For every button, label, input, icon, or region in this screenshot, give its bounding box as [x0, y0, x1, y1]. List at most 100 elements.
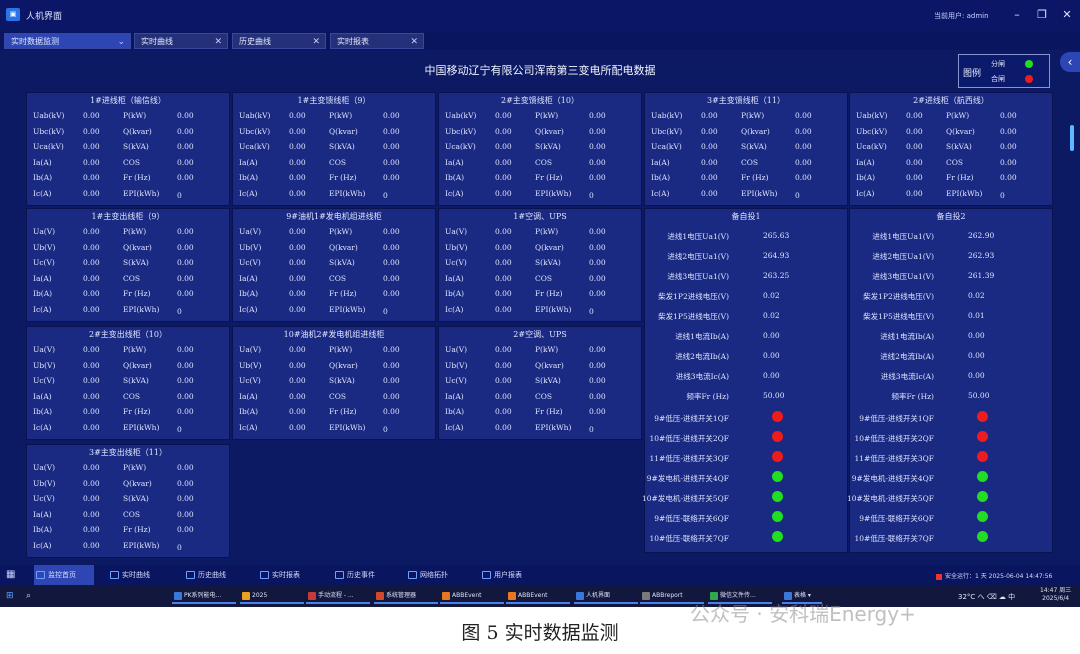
tab-close-icon[interactable]: ✕: [312, 34, 320, 50]
field-value: 0.00: [383, 173, 400, 182]
nav-item[interactable]: 监控首页: [34, 565, 94, 585]
measure-value: 265.63: [763, 231, 790, 240]
field-label: Uc(V): [445, 258, 467, 267]
app-icon: [376, 592, 384, 600]
switch-label: 9#低压-进线开关1QF: [859, 414, 934, 423]
switch-status-indicator[interactable]: [977, 491, 988, 502]
field-value: 0.00: [177, 227, 194, 236]
tab-close-icon[interactable]: ✕: [214, 34, 222, 50]
field-label: Q(kvar): [123, 360, 152, 370]
field-value: 0.00: [383, 360, 400, 370]
switch-status-indicator[interactable]: [772, 411, 783, 422]
field-value: 0.00: [795, 157, 812, 167]
tab-realtime-curve[interactable]: 实时曲线 ✕: [134, 33, 228, 49]
taskbar-app[interactable]: 手动流程 - ...: [306, 588, 370, 604]
switch-status-indicator[interactable]: [772, 511, 783, 522]
field-label: Q(kvar): [123, 478, 152, 488]
tray-icons[interactable]: へ ⌫ ☁ 中: [978, 593, 1016, 601]
field-value: 0.00: [83, 376, 100, 385]
field-label: COS: [123, 273, 141, 283]
search-icon[interactable]: ⌕: [26, 591, 31, 601]
tab-dropdown-icon[interactable]: ⌄: [117, 34, 125, 50]
collapse-panel-button[interactable]: ‹: [1060, 52, 1080, 72]
field-label: Ubc(kV): [445, 126, 477, 136]
tab-realtime-data[interactable]: 实时数据监测 ⌄: [4, 33, 131, 49]
tab-realtime-report[interactable]: 实时报表 ✕: [330, 33, 424, 49]
field-label: COS: [535, 391, 553, 401]
field-value: 0.00: [83, 478, 100, 488]
field-value: 0.00: [906, 173, 923, 182]
switch-status-indicator[interactable]: [772, 531, 783, 542]
field-label: COS: [329, 273, 347, 283]
taskbar-app[interactable]: ABBEvent: [440, 588, 504, 604]
field-label: EPI(kWh): [535, 188, 572, 198]
field-value: 0.00: [83, 289, 100, 298]
measure-label: 进线2电压Ua1(V): [667, 252, 729, 261]
taskbar-app[interactable]: 人机界面: [574, 588, 638, 604]
field-value: 0.00: [589, 227, 606, 236]
switch-status-indicator[interactable]: [977, 471, 988, 482]
field-label: Fr (Hz): [329, 407, 357, 416]
measure-label: 进线2电压Ua1(V): [872, 252, 934, 261]
switch-label: 10#低压-进线开关2QF: [649, 434, 730, 443]
nav-item[interactable]: 历史曲线: [184, 565, 246, 585]
taskbar-app[interactable]: PK系列能电...: [172, 588, 236, 604]
nav-item[interactable]: 用户报表: [480, 565, 542, 585]
maximize-button[interactable]: ❐: [1033, 6, 1051, 24]
nav-item[interactable]: 历史事件: [333, 565, 395, 585]
field-label: Q(kvar): [329, 242, 358, 252]
switch-status-indicator[interactable]: [977, 511, 988, 522]
backup-switch-panel: 备自投2 进线1电压Ua1(V) 262.90 进线2电压Ua1(V) 262.93 进线…: [847, 208, 1053, 553]
field-value: 0.00: [83, 188, 100, 198]
switch-row: 10#低压-联络开关7QF: [850, 530, 1052, 546]
switch-status-indicator[interactable]: [977, 411, 988, 422]
minimize-button[interactable]: –: [1008, 6, 1026, 24]
field-value: 0.00: [383, 376, 400, 385]
grid-menu-icon[interactable]: ▦: [6, 569, 15, 580]
switch-label: 9#低压-联络开关6QF: [859, 514, 934, 523]
taskbar-app[interactable]: 系统管理器: [374, 588, 438, 604]
switch-status-indicator[interactable]: [977, 531, 988, 542]
switch-status-indicator[interactable]: [977, 451, 988, 462]
switch-row: 9#低压-进线开关1QF: [645, 410, 847, 426]
tab-close-icon[interactable]: ✕: [410, 34, 418, 50]
field-value: 0.00: [495, 376, 512, 385]
switch-label: 10#低压-进线开关2QF: [854, 434, 935, 443]
field-label: Ib(A): [445, 173, 465, 182]
field-label: COS: [329, 157, 347, 167]
field-value: 0.00: [177, 360, 194, 370]
switch-label: 11#低压-进线开关3QF: [649, 454, 730, 463]
switch-status-indicator[interactable]: [772, 491, 783, 502]
field-value: 0.00: [177, 525, 194, 534]
taskbar-app[interactable]: 2025: [240, 588, 304, 604]
app-label: ABBEvent: [452, 592, 482, 599]
field-value: 0.00: [495, 188, 512, 198]
field-value: 0.00: [383, 157, 400, 167]
field-label: Ic(A): [239, 188, 258, 198]
field-label: P(kW): [123, 345, 147, 354]
field-label: COS: [535, 273, 553, 283]
field-value: 0.00: [289, 289, 306, 298]
field-value: 0.00: [589, 376, 606, 385]
switch-status-indicator[interactable]: [772, 431, 783, 442]
nav-item[interactable]: 实时报表: [258, 565, 320, 585]
switch-status-indicator[interactable]: [772, 451, 783, 462]
nav-icon: [110, 571, 119, 579]
scrollbar-thumb[interactable]: [1070, 125, 1074, 151]
switch-status-indicator[interactable]: [977, 431, 988, 442]
close-window-button[interactable]: ✕: [1058, 6, 1076, 24]
switch-status-indicator[interactable]: [772, 471, 783, 482]
field-value: 0.00: [495, 242, 512, 252]
clock[interactable]: 14:47 周三 2025/6/4: [1040, 587, 1071, 603]
current-user: 当前用户: admin: [934, 12, 989, 20]
field-value: 0.00: [383, 227, 400, 236]
taskbar-app[interactable]: ABBEvent: [506, 588, 570, 604]
field-value: 0.00: [177, 289, 194, 298]
panel-title: 2#主变出线柜（10）: [89, 330, 167, 339]
measure-label: 柴发1P2进线电压(V): [658, 292, 729, 301]
windows-start-icon[interactable]: ⊞: [6, 591, 14, 601]
nav-item[interactable]: 网络拓扑: [406, 565, 468, 585]
nav-item[interactable]: 实时曲线: [108, 565, 170, 585]
tab-history-curve[interactable]: 历史曲线 ✕: [232, 33, 326, 49]
field-label: Ia(A): [33, 157, 52, 167]
